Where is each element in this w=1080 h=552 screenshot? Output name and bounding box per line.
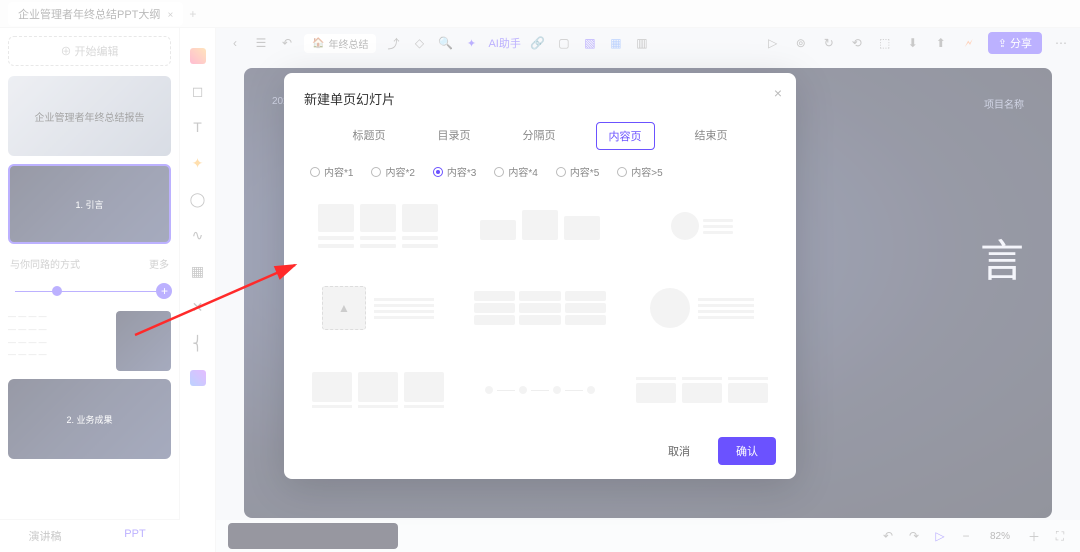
template-option[interactable]: [304, 195, 452, 257]
modal-title: 新建单页幻灯片: [304, 89, 776, 108]
template-option[interactable]: [628, 277, 776, 339]
confirm-button[interactable]: 确认: [718, 437, 776, 465]
modal-overlay: 新建单页幻灯片 × 标题页 目录页 分隔页 内容页 结束页 内容*1 内容*2 …: [0, 0, 1080, 552]
radio-content-3[interactable]: 内容*3: [433, 164, 476, 179]
radio-icon: [310, 167, 320, 177]
tab-title-page[interactable]: 标题页: [341, 122, 398, 150]
radio-icon: [494, 167, 504, 177]
template-option[interactable]: [466, 359, 614, 421]
radio-content-1[interactable]: 内容*1: [310, 164, 353, 179]
template-option[interactable]: [304, 359, 452, 421]
radio-icon: [617, 167, 627, 177]
new-slide-modal: 新建单页幻灯片 × 标题页 目录页 分隔页 内容页 结束页 内容*1 内容*2 …: [284, 73, 796, 479]
radio-icon: [371, 167, 381, 177]
tab-toc-page[interactable]: 目录页: [426, 122, 483, 150]
template-option[interactable]: ▲: [304, 277, 452, 339]
content-count-radios: 内容*1 内容*2 内容*3 内容*4 内容*5 内容>5: [304, 164, 776, 179]
tab-divider-page[interactable]: 分隔页: [511, 122, 568, 150]
template-option[interactable]: [628, 359, 776, 421]
radio-content-2[interactable]: 内容*2: [371, 164, 414, 179]
radio-content-4[interactable]: 内容*4: [494, 164, 537, 179]
radio-icon: [556, 167, 566, 177]
template-grid: ▲: [304, 195, 776, 421]
tab-end-page[interactable]: 结束页: [683, 122, 740, 150]
template-option[interactable]: [628, 195, 776, 257]
modal-close-button[interactable]: ×: [774, 85, 782, 101]
template-option[interactable]: [466, 195, 614, 257]
tab-content-page[interactable]: 内容页: [596, 122, 655, 150]
template-option[interactable]: [466, 277, 614, 339]
modal-actions: 取消 确认: [304, 437, 776, 465]
radio-content-more[interactable]: 内容>5: [617, 164, 662, 179]
radio-content-5[interactable]: 内容*5: [556, 164, 599, 179]
cancel-button[interactable]: 取消: [650, 437, 708, 465]
radio-icon: [433, 167, 443, 177]
page-type-tabs: 标题页 目录页 分隔页 内容页 结束页: [304, 122, 776, 150]
